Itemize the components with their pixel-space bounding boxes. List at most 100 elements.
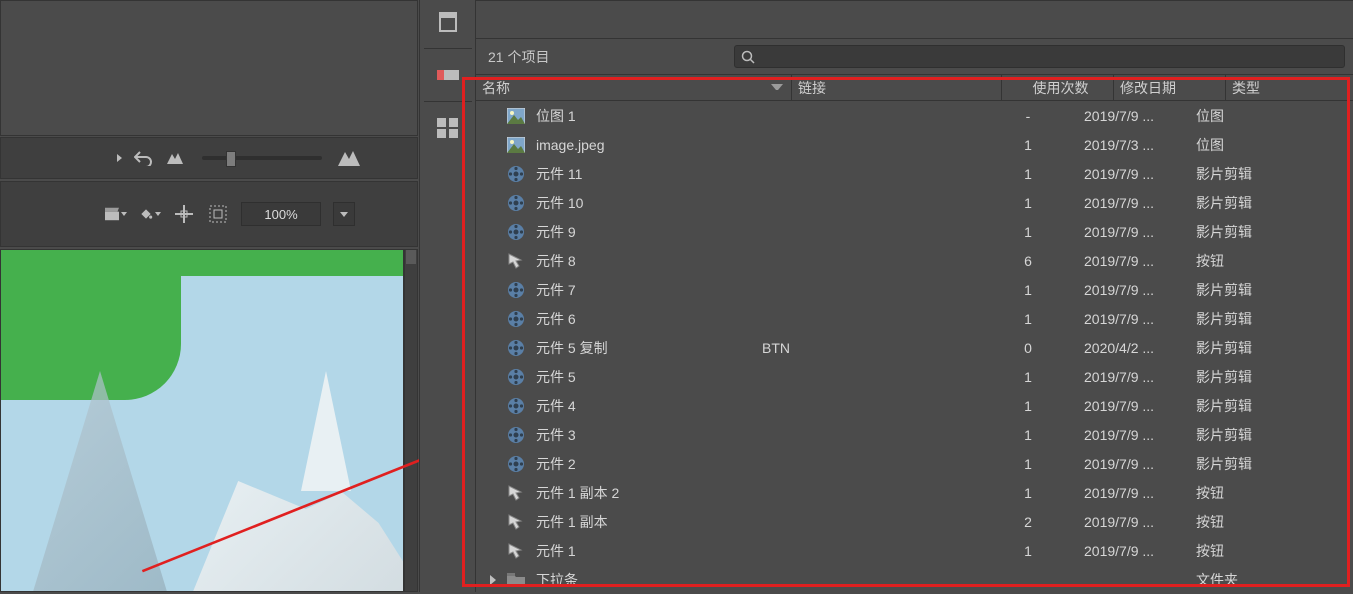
- row-name-text: 元件 1 副本 2: [536, 483, 619, 503]
- row-use-count: 1: [972, 485, 1084, 501]
- row-use-count: 1: [972, 311, 1084, 327]
- canvas-mountain-left: [15, 371, 185, 592]
- sort-descending-icon: [771, 84, 783, 92]
- button-type-icon: [506, 542, 526, 560]
- row-type-text: 文件夹: [1196, 570, 1353, 590]
- library-row[interactable]: 元件 112019/7/9 ...按钮: [476, 536, 1353, 565]
- button-type-icon: [506, 484, 526, 502]
- row-name-text: 元件 5: [536, 367, 576, 387]
- item-count-label: 21 个项目: [476, 47, 734, 67]
- clapperboard-icon[interactable]: [105, 204, 127, 224]
- zoom-dropdown[interactable]: [333, 202, 355, 226]
- row-type-text: 影片剪辑: [1196, 367, 1353, 387]
- library-row[interactable]: 位图 1-2019/7/9 ...位图: [476, 101, 1353, 130]
- library-row[interactable]: 元件 312019/7/9 ...影片剪辑: [476, 420, 1353, 449]
- movie-type-icon: [506, 339, 526, 357]
- library-panel-icon[interactable]: [430, 6, 466, 38]
- library-row[interactable]: 下拉条文件夹: [476, 565, 1353, 594]
- movie-type-icon: [506, 368, 526, 386]
- library-row[interactable]: 元件 1 副本 212019/7/9 ...按钮: [476, 478, 1353, 507]
- center-stage-icon[interactable]: [173, 204, 195, 224]
- library-row[interactable]: 元件 1 副本22019/7/9 ...按钮: [476, 507, 1353, 536]
- row-type-text: 影片剪辑: [1196, 425, 1353, 445]
- library-row[interactable]: 元件 612019/7/9 ...影片剪辑: [476, 304, 1353, 333]
- row-use-count: 1: [972, 137, 1084, 153]
- paint-bucket-icon[interactable]: [139, 204, 161, 224]
- col-header-used[interactable]: 使用次数: [1002, 75, 1114, 100]
- expand-triangle-icon[interactable]: [490, 575, 496, 585]
- search-icon: [741, 50, 755, 64]
- row-type-text: 按钮: [1196, 512, 1353, 532]
- play-icon[interactable]: [117, 154, 122, 162]
- row-name-text: 元件 2: [536, 454, 576, 474]
- library-search-input[interactable]: [734, 45, 1345, 68]
- row-name-text: 元件 11: [536, 164, 582, 184]
- row-type-text: 影片剪辑: [1196, 222, 1353, 242]
- col-header-date[interactable]: 修改日期: [1114, 75, 1226, 100]
- row-date-text: 2019/7/9 ...: [1084, 195, 1196, 211]
- row-date-text: 2019/7/9 ...: [1084, 427, 1196, 443]
- library-row[interactable]: 元件 7 12019/7/9 ...影片剪辑: [476, 275, 1353, 304]
- row-use-count: 1: [972, 456, 1084, 472]
- stage-toolbar: 100%: [0, 181, 418, 247]
- col-header-link[interactable]: 链接: [792, 75, 1002, 100]
- mountain-large-icon[interactable]: [338, 148, 360, 168]
- row-use-count: -: [972, 108, 1084, 124]
- row-use-count: 1: [972, 282, 1084, 298]
- library-panel-header-gap: [476, 1, 1353, 39]
- library-row[interactable]: 元件 212019/7/9 ...影片剪辑: [476, 449, 1353, 478]
- row-date-text: 2019/7/9 ...: [1084, 369, 1196, 385]
- row-use-count: 1: [972, 166, 1084, 182]
- movie-type-icon: [506, 194, 526, 212]
- library-row[interactable]: 元件 412019/7/9 ...影片剪辑: [476, 391, 1353, 420]
- button-type-icon: [506, 513, 526, 531]
- row-use-count: 0: [972, 340, 1084, 356]
- row-type-text: 按钮: [1196, 483, 1353, 503]
- row-date-text: 2019/7/9 ...: [1084, 224, 1196, 240]
- col-header-type[interactable]: 类型: [1226, 75, 1353, 100]
- movie-type-icon: [506, 223, 526, 241]
- row-use-count: 1: [972, 195, 1084, 211]
- col-header-name[interactable]: 名称: [476, 75, 792, 100]
- row-type-text: 影片剪辑: [1196, 454, 1353, 474]
- row-name-text: 元件 1: [536, 541, 576, 561]
- row-date-text: 2019/7/9 ...: [1084, 166, 1196, 182]
- row-type-text: 影片剪辑: [1196, 280, 1353, 300]
- canvas-green-corner: [0, 249, 181, 400]
- library-row[interactable]: 元件 912019/7/9 ...影片剪辑: [476, 217, 1353, 246]
- swatches-panel-icon[interactable]: [430, 59, 466, 91]
- undo-icon[interactable]: [132, 148, 154, 168]
- row-name-text: 元件 10: [536, 193, 583, 213]
- zoom-value[interactable]: 100%: [241, 202, 321, 226]
- clip-content-icon[interactable]: [207, 204, 229, 224]
- mountain-small-icon[interactable]: [164, 148, 186, 168]
- stage-scrollbar-vertical[interactable]: [404, 249, 418, 592]
- library-row[interactable]: 元件 5 复制BTN02020/4/2 ...影片剪辑: [476, 333, 1353, 362]
- row-date-text: 2019/7/3 ...: [1084, 137, 1196, 153]
- row-date-text: 2019/7/9 ...: [1084, 398, 1196, 414]
- movie-type-icon: [506, 165, 526, 183]
- library-row[interactable]: 元件 5 12019/7/9 ...影片剪辑: [476, 362, 1353, 391]
- row-use-count: 6: [972, 253, 1084, 269]
- movie-type-icon: [506, 310, 526, 328]
- library-item-list: 位图 1-2019/7/9 ...位图image.jpeg12019/7/3 .…: [476, 101, 1353, 594]
- align-panel-icon[interactable]: [430, 112, 466, 144]
- library-row[interactable]: image.jpeg12019/7/3 ...位图: [476, 130, 1353, 159]
- image-type-icon: [506, 107, 526, 125]
- movie-type-icon: [506, 397, 526, 415]
- library-row[interactable]: 元件 862019/7/9 ...按钮: [476, 246, 1353, 275]
- library-column-header: 名称 链接 使用次数 修改日期 类型: [476, 75, 1353, 101]
- zoom-slider[interactable]: [202, 156, 322, 160]
- row-type-text: 按钮: [1196, 541, 1353, 561]
- row-date-text: 2019/7/9 ...: [1084, 282, 1196, 298]
- library-row[interactable]: 元件 1012019/7/9 ...影片剪辑: [476, 188, 1353, 217]
- row-use-count: 1: [972, 369, 1084, 385]
- image-type-icon: [506, 136, 526, 154]
- stage-canvas[interactable]: [0, 249, 404, 592]
- row-date-text: 2019/7/9 ...: [1084, 253, 1196, 269]
- library-row[interactable]: 元件 1112019/7/9 ...影片剪辑: [476, 159, 1353, 188]
- row-name-text: 元件 7: [536, 280, 576, 300]
- button-type-icon: [506, 252, 526, 270]
- row-name-text: image.jpeg: [536, 137, 605, 153]
- row-use-count: 2: [972, 514, 1084, 530]
